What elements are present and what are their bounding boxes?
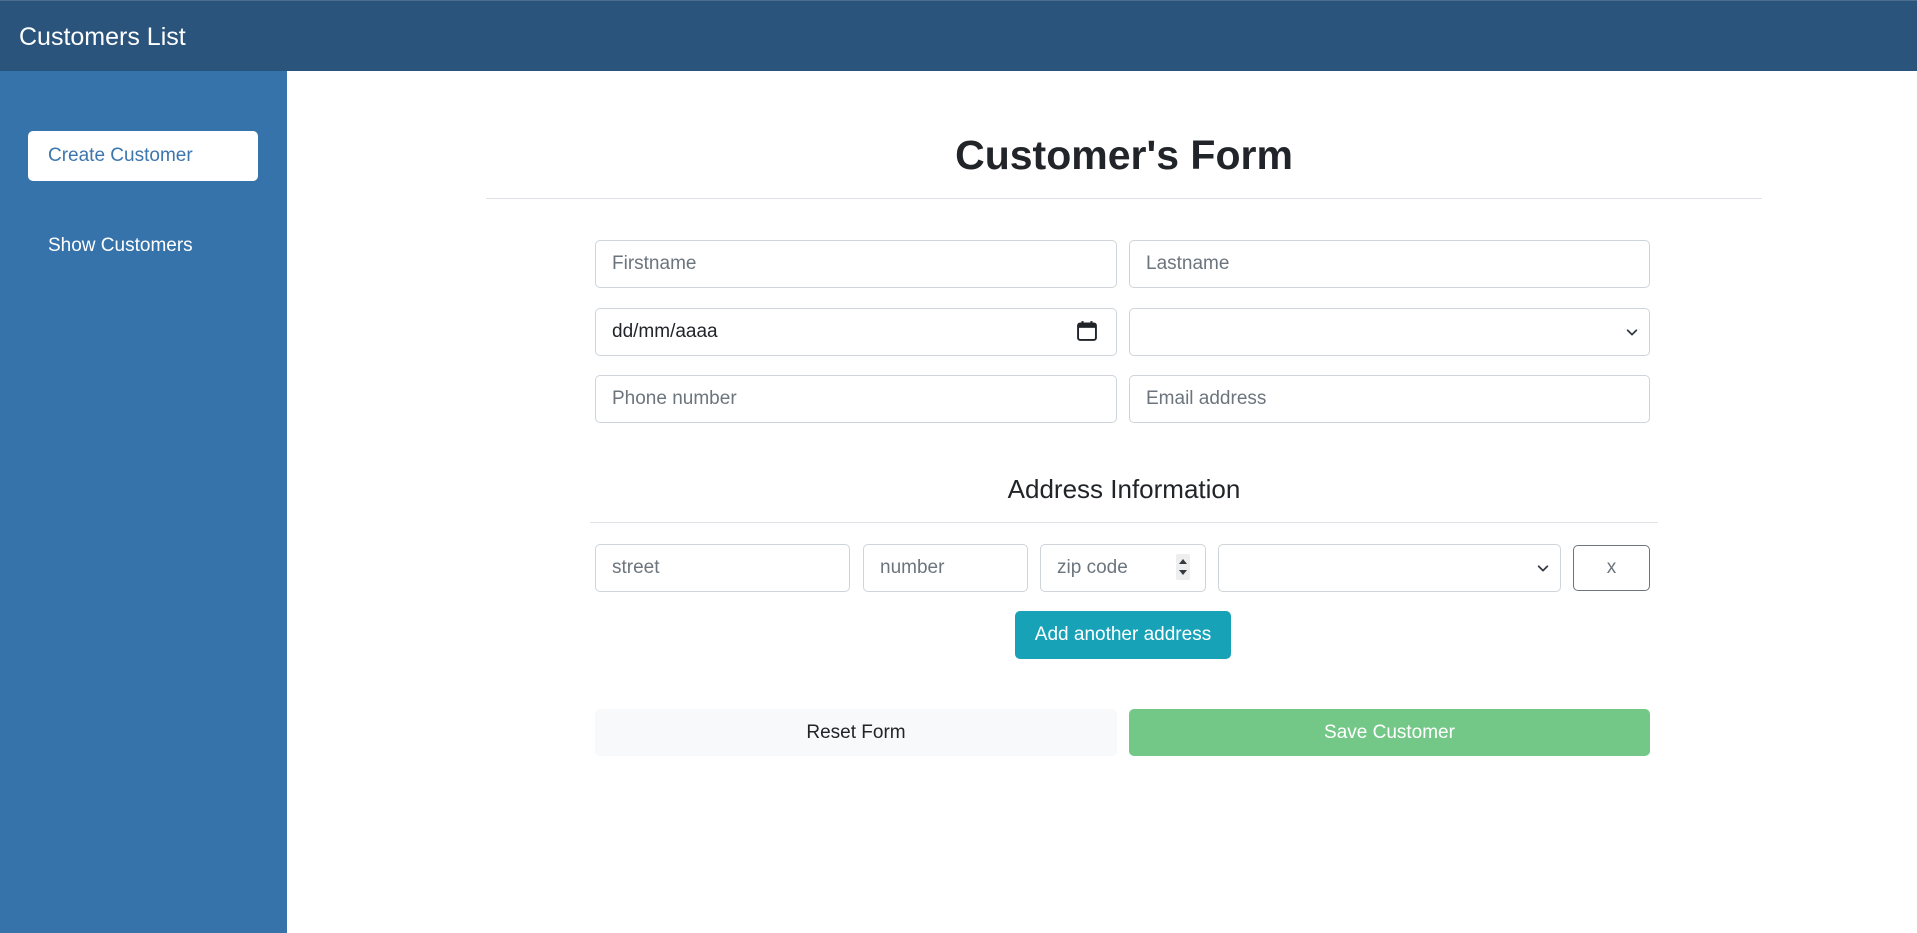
- phone-input[interactable]: [595, 375, 1117, 423]
- calendar-icon[interactable]: [1076, 320, 1098, 342]
- birthdate-display: dd/mm/aaaa: [612, 321, 718, 342]
- email-input[interactable]: [1129, 375, 1650, 423]
- save-customer-button[interactable]: Save Customer: [1129, 709, 1650, 756]
- top-navbar: Customers List: [0, 0, 1917, 71]
- address-divider: [590, 522, 1658, 523]
- gender-select[interactable]: [1129, 308, 1650, 356]
- reset-form-button[interactable]: Reset Form: [595, 709, 1117, 756]
- firstname-input[interactable]: [595, 240, 1117, 288]
- remove-address-button[interactable]: x: [1573, 545, 1650, 591]
- add-address-button[interactable]: Add another address: [1015, 611, 1231, 659]
- chevron-down-icon: [1537, 565, 1549, 572]
- sidebar-item-show-customers[interactable]: Show Customers: [28, 221, 258, 271]
- zip-code-field: [1040, 544, 1206, 592]
- chevron-down-icon: [1626, 329, 1638, 336]
- app-title[interactable]: Customers List: [19, 21, 186, 53]
- title-divider: [486, 198, 1762, 199]
- city-select[interactable]: [1218, 544, 1561, 592]
- sidebar-item-create-customer[interactable]: Create Customer: [28, 131, 258, 181]
- birthdate-input[interactable]: dd/mm/aaaa: [595, 308, 1117, 356]
- spinner-icon[interactable]: [1176, 554, 1190, 580]
- street-input[interactable]: [595, 544, 850, 592]
- sidebar: Create Customer Show Customers: [0, 71, 287, 933]
- address-section-title: Address Information: [1007, 474, 1241, 504]
- lastname-input[interactable]: [1129, 240, 1650, 288]
- number-input[interactable]: [863, 544, 1028, 592]
- page-title: Customer's Form: [955, 132, 1293, 178]
